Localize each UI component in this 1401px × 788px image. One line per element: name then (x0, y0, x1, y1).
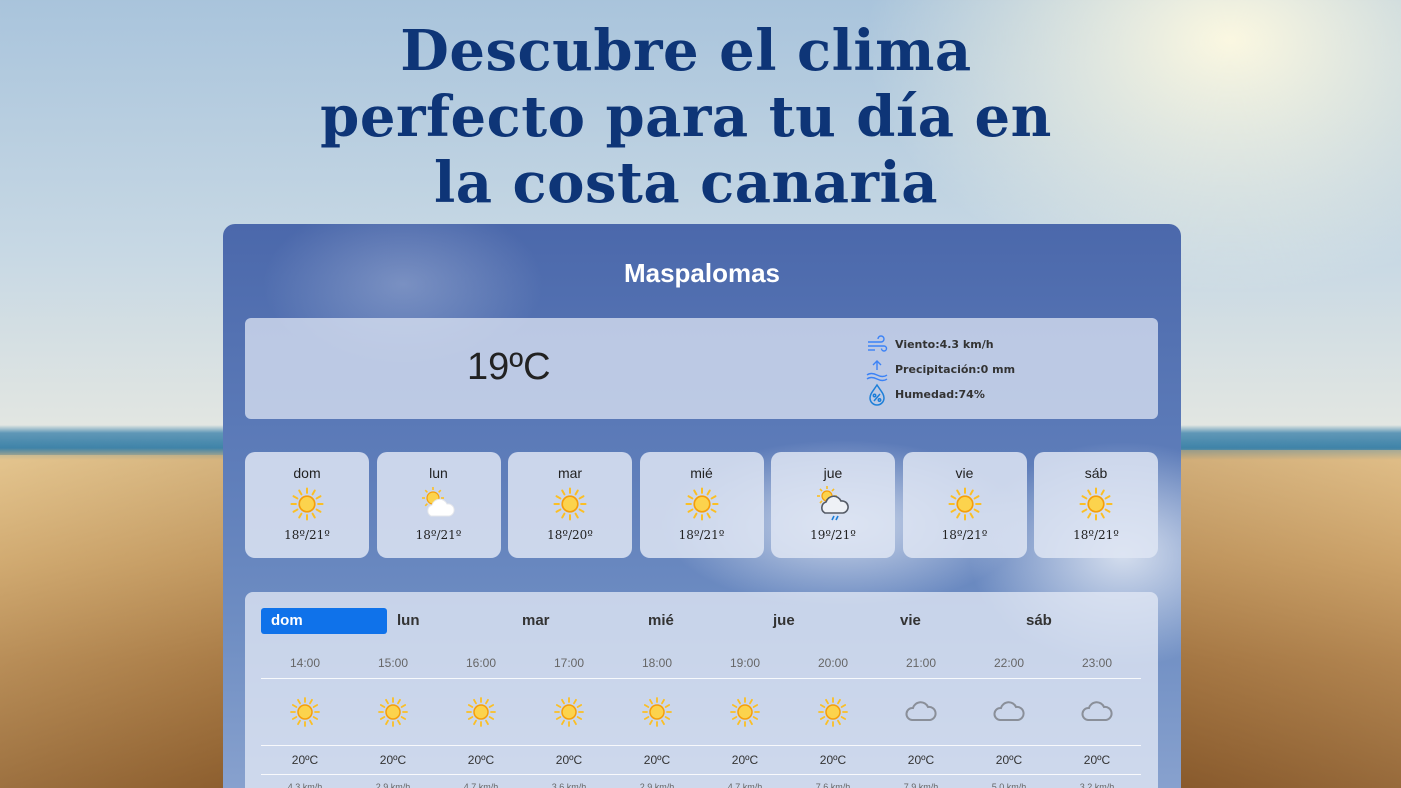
sun-icon (1076, 486, 1116, 522)
hourly-time: 22:00 (993, 656, 1025, 670)
hourly-wind: 3.6 km/h (551, 782, 587, 788)
sun-icon (287, 696, 323, 728)
hourly-temperature: 20ºC (907, 753, 935, 767)
hourly-time: 19:00 (729, 656, 761, 670)
forecast-day-range: 18º/21º (941, 528, 988, 542)
tab-dom[interactable]: dom (261, 608, 387, 634)
forecast-day-name: lun (429, 465, 448, 481)
sun-icon (682, 486, 722, 522)
hourly-temperature: 20ºC (555, 753, 583, 767)
daily-forecast: dom 18º/21º lun 18º/21º mar 18º/20º mié 18º/21… (245, 452, 1158, 558)
sun-cloud-rain-icon (813, 486, 853, 522)
hourly-temperature: 20ºC (291, 753, 319, 767)
hourly-wind: 2.9 km/h (375, 782, 411, 788)
current-temperature: 19ºC (467, 346, 551, 388)
moon-icon (418, 356, 428, 376)
dune-background-right (1171, 450, 1401, 788)
city-name: Maspalomas (623, 258, 781, 288)
hourly-temperature: 20ºC (1083, 753, 1111, 767)
divider (261, 745, 1141, 746)
hourly-wind: 4.7 km/h (463, 782, 499, 788)
sun-icon (639, 696, 675, 728)
hourly-wind: 7.6 km/h (815, 782, 851, 788)
forecast-day-range: 18º/21º (1073, 528, 1119, 542)
tab-vie[interactable]: vie (890, 608, 1016, 634)
sun-icon (727, 696, 763, 728)
forecast-day-card[interactable]: sáb 18º/21º (1034, 452, 1158, 558)
hourly-time: 23:00 (1081, 656, 1113, 670)
tab-mar[interactable]: mar (512, 608, 638, 634)
forecast-day-card[interactable]: vie 18º/21º (902, 452, 1027, 558)
hourly-temperature: 20ºC (379, 753, 407, 767)
forecast-day-name: mié (690, 465, 713, 481)
current-details: Viento:4.3 km/h Precipitación:0 mm Humed… (865, 332, 1015, 407)
page-headline: Descubre el clima perfecto para tu día e… (320, 18, 1052, 216)
dune-background-left (0, 455, 230, 788)
sun-icon (551, 696, 587, 728)
cloud-icon (991, 696, 1027, 728)
hourly-time: 15:00 (377, 656, 409, 670)
forecast-day-card[interactable]: dom 18º/21º (245, 452, 369, 558)
divider (261, 774, 1141, 775)
wind-icon (868, 334, 888, 352)
cloud-icon (1079, 696, 1115, 728)
hourly-wind: 3.2 km/h (1079, 782, 1115, 788)
hourly-wind: 5.0 km/h (991, 782, 1027, 788)
hourly-temperature: 20ºC (467, 753, 495, 767)
forecast-day-range: 18º/21º (284, 528, 330, 542)
forecast-day-name: dom (293, 465, 321, 481)
forecast-day-name: vie (955, 465, 974, 481)
forecast-day-name: sáb (1084, 465, 1108, 481)
forecast-day-card[interactable]: jue 19º/21º (771, 452, 895, 558)
sun-icon (463, 696, 499, 728)
precipitation-icon (866, 359, 888, 381)
hourly-wind: 4.3 km/h (287, 782, 323, 788)
forecast-day-range: 19º/21º (810, 528, 856, 542)
forecast-day-card[interactable]: mar 18º/20º (508, 452, 632, 558)
hourly-time: 14:00 (289, 656, 321, 670)
precipitation-detail: Precipitación:0 mm (865, 357, 1015, 382)
partly-cloudy-icon (419, 486, 459, 522)
hourly-forecast-panel: dom lun mar mié jue vie sáb 14:00 20ºC 4.3 km/h 15… (245, 592, 1158, 788)
hourly-wind: 4.7 km/h (727, 782, 763, 788)
sun-icon (550, 486, 590, 522)
wind-detail: Viento:4.3 km/h (865, 332, 1015, 357)
sun-icon (375, 696, 411, 728)
tab-jue[interactable]: jue (763, 608, 889, 634)
weather-card: Maspalomas 19ºC Viento:4.3 km/h Precipit… (223, 224, 1181, 788)
forecast-day-name: jue (823, 465, 843, 481)
hourly-time: 20:00 (817, 656, 849, 670)
hourly-temperature: 20ºC (643, 753, 671, 767)
sun-icon (815, 696, 851, 728)
forecast-day-range: 18º/20º (547, 528, 593, 542)
sun-icon (945, 486, 985, 522)
hourly-time: 21:00 (905, 656, 937, 670)
hourly-temperature: 20ºC (819, 753, 847, 767)
tab-lun[interactable]: lun (387, 608, 513, 634)
hourly-time: 18:00 (641, 656, 673, 670)
tab-mié[interactable]: mié (638, 608, 764, 634)
wind-text: Viento:4.3 km/h (895, 338, 994, 351)
humidity-detail: Humedad:74% (865, 382, 1015, 407)
humidity-text: Humedad:74% (895, 388, 985, 401)
hourly-wind: 2.9 km/h (639, 782, 675, 788)
tab-sáb[interactable]: sáb (1016, 608, 1142, 634)
forecast-day-range: 18º/21º (678, 528, 725, 542)
sun-icon (287, 486, 327, 522)
hourly-time: 16:00 (465, 656, 497, 670)
forecast-day-name: mar (557, 465, 583, 481)
hourly-time: 17:00 (553, 656, 585, 670)
cloud-icon (903, 696, 939, 728)
hourly-temperature: 20ºC (731, 753, 759, 767)
precipitation-text: Precipitación:0 mm (895, 363, 1016, 376)
forecast-day-card[interactable]: lun 18º/21º (376, 452, 501, 558)
hourly-wind: 7.9 km/h (903, 782, 939, 788)
forecast-day-card[interactable]: mié 18º/21º (639, 452, 764, 558)
current-weather-panel: 19ºC Viento:4.3 km/h Precipitación:0 mm (245, 318, 1158, 419)
hourly-temperature: 20ºC (995, 753, 1023, 767)
forecast-day-range: 18º/21º (415, 528, 462, 542)
humidity-icon (869, 383, 885, 406)
divider (261, 678, 1141, 679)
